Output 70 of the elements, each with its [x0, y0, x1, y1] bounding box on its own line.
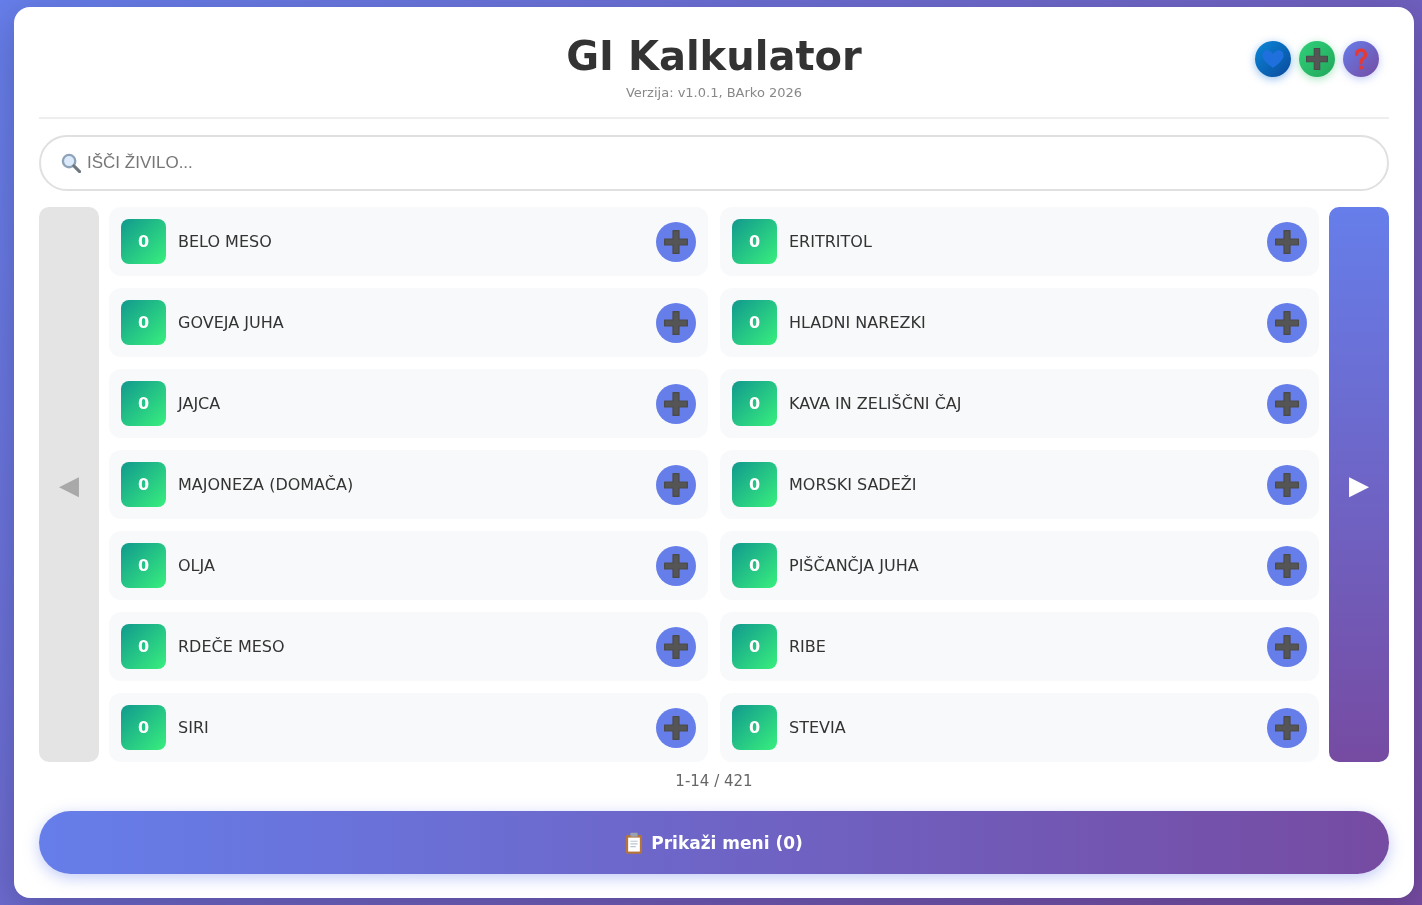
gi-badge: 0: [121, 543, 166, 588]
food-name: PIŠČANČJA JUHA: [789, 556, 920, 575]
add-button[interactable]: [656, 221, 696, 262]
next-page-button[interactable]: ▶: [1329, 207, 1389, 762]
show-menu-button[interactable]: Prikaži meni (0): [39, 811, 1389, 874]
gi-badge: 0: [121, 624, 166, 669]
add-button[interactable]: [656, 383, 696, 424]
gi-badge: 0: [121, 705, 166, 750]
app-title: GI Kalkulator: [566, 32, 862, 80]
add-button[interactable]: [1267, 221, 1307, 262]
food-name: ERITRITOL: [789, 232, 873, 251]
gi-badge: 0: [121, 219, 166, 264]
food-name: KAVA IN ZELIŠČNI ČAJ: [789, 394, 963, 413]
clipboard-icon: [625, 831, 644, 854]
plus-icon: [664, 229, 688, 254]
add-button[interactable]: [1267, 707, 1307, 748]
gi-badge: 0: [732, 543, 777, 588]
gi-badge: 0: [732, 624, 777, 669]
gi-badge: 0: [732, 462, 777, 507]
food-name: OLJA: [178, 556, 216, 575]
plus-icon: [1275, 553, 1299, 578]
gi-badge: 0: [732, 381, 777, 426]
plus-icon: [664, 391, 688, 416]
question-mark-icon: [1354, 48, 1368, 70]
gi-badge: 0: [732, 219, 777, 264]
plus-icon: [1275, 634, 1299, 659]
gi-badge: 0: [121, 462, 166, 507]
food-name: MORSKI SADEŽI: [789, 475, 918, 494]
heart-icon: [1262, 49, 1284, 69]
food-name: MAJONEZA (DOMAČA): [178, 475, 355, 494]
plus-icon: [1306, 48, 1328, 70]
gi-badge: 0: [121, 381, 166, 426]
plus-icon: [664, 634, 688, 659]
gi-badge: 0: [732, 300, 777, 345]
plus-icon: [664, 310, 688, 335]
food-name: BELO MESO: [178, 232, 273, 251]
version-text: Verzija: v1.0.1, BArko 2026: [625, 85, 803, 101]
add-button[interactable]: [656, 302, 696, 343]
plus-icon: [664, 553, 688, 578]
plus-icon: [1275, 391, 1299, 416]
plus-icon: [1275, 310, 1299, 335]
add-button[interactable]: [656, 707, 696, 748]
add-button[interactable]: [656, 464, 696, 505]
search-icon: [61, 153, 81, 173]
add-button[interactable]: [1267, 464, 1307, 505]
page-range: 1-14 / 421: [674, 772, 754, 790]
plus-icon: [1275, 715, 1299, 740]
plus-icon: [664, 715, 688, 740]
add-button[interactable]: [1267, 626, 1307, 667]
food-name: HLADNI NAREZKI: [789, 313, 927, 332]
gi-badge: 0: [732, 705, 777, 750]
food-name: STEVIA: [789, 718, 847, 737]
add-button[interactable]: [1267, 383, 1307, 424]
food-name: RIBE: [789, 637, 827, 656]
search-field[interactable]: IŠČI ŽIVILO...: [39, 135, 1389, 191]
add-button[interactable]: [1267, 545, 1307, 586]
add-food-button[interactable]: [1299, 41, 1335, 77]
add-button[interactable]: [1267, 302, 1307, 343]
plus-icon: [1275, 472, 1299, 497]
food-name: GOVEJA JUHA: [178, 313, 285, 332]
help-button[interactable]: [1343, 41, 1379, 77]
favorites-button[interactable]: [1255, 41, 1291, 77]
food-name: JAJCA: [178, 394, 222, 413]
gi-badge: 0: [121, 300, 166, 345]
plus-icon: [664, 472, 688, 497]
plus-icon: [1275, 229, 1299, 254]
add-button[interactable]: [656, 545, 696, 586]
add-button[interactable]: [656, 626, 696, 667]
food-name: SIRI: [178, 718, 210, 737]
food-name: RDEČE MESO: [178, 637, 286, 656]
